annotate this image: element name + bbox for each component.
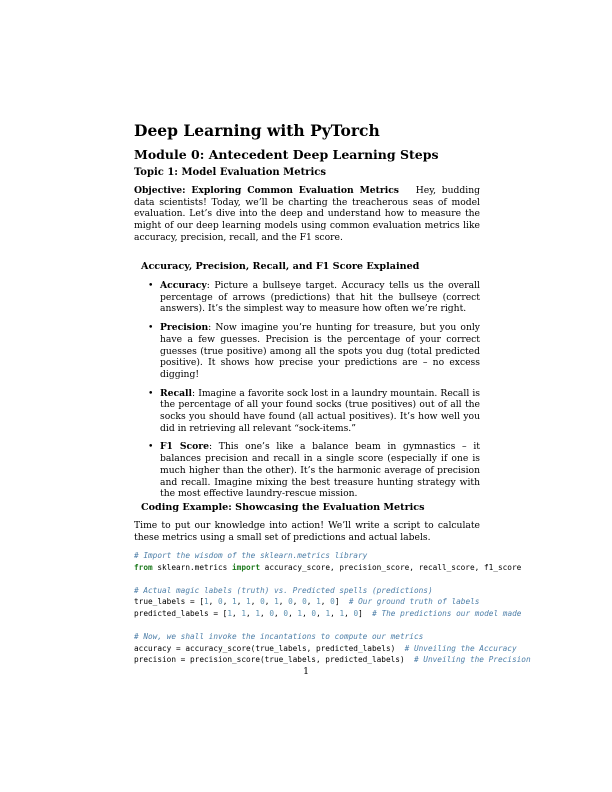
code-number: 0 [353,608,359,618]
code-number: 1 [297,608,303,618]
definition-f1: : This one’s like a balance beam in gymn… [160,441,480,500]
document-title: Deep Learning with PyTorch [134,121,380,140]
bullet-icon: • [148,280,154,291]
bullet-icon: • [148,387,154,399]
code-number: 1 [227,608,232,618]
code-number: 0 [288,597,293,607]
code-number: 0 [260,597,265,607]
code-number: 1 [339,608,345,618]
code-comment: # Unveiling the Precision [413,655,531,665]
code-comment: # The predictions our model made [372,608,522,618]
code-number: 1 [241,608,247,618]
code-comment: # Actual magic labels (truth) vs. Predic… [134,585,433,595]
term-accuracy: Accuracy [160,280,207,291]
code-text: accuracy_score, precision_score, recall_… [260,562,522,572]
metrics-list: • Accuracy: Picture a bullseye target. Ac… [148,280,480,507]
objective-paragraph: Objective: Exploring Common Evaluation M… [134,185,480,244]
term-precision: Precision [160,322,209,334]
section-heading-metrics: Accuracy, Precision, Recall, and F1 Scor… [141,261,420,272]
code-number: 1 [204,597,209,607]
paper-page: Deep Learning with PyTorch Module 0: Ant… [0,0,612,792]
code-number: 1 [274,597,279,607]
bullet-icon: • [148,441,154,453]
definition-precision: : Now imagine you’re hunting for treasur… [160,322,480,380]
code-text: true_labels = [ [134,597,204,607]
code-number: 1 [232,597,237,607]
code-number: 1 [316,597,321,607]
code-number: 0 [269,608,275,618]
definition-accuracy: : Picture a bullseye target. Accuracy te… [160,280,480,315]
code-number: 1 [325,608,331,618]
list-item-recall: • Recall: Imagine a favorite sock lost in… [148,388,480,435]
code-comment: # Now, we shall invoke the incantations … [134,632,424,642]
section-heading-coding: Coding Example: Showcasing the Evaluatio… [141,502,425,513]
term-recall: Recall [160,387,193,399]
code-text: sklearn.metrics [152,562,232,572]
code-text: precision = precision_score(true_labels,… [134,655,405,665]
list-item-f1: • F1 Score: This one’s like a balance bea… [148,441,480,500]
page-number: 1 [303,666,309,677]
code-text: accuracy = accuracy_score(true_labels, p… [134,643,396,653]
code-block: # Import the wisdom of the sklearn.metri… [134,551,531,665]
code-number: 1 [255,608,261,618]
list-item-precision: • Precision: Now imagine you’re hunting f… [148,322,480,381]
definition-recall: : Imagine a favorite sock lost in a laun… [160,387,480,434]
module-heading: Module 0: Antecedent Deep Learning Steps [134,147,439,162]
code-keyword: from [134,562,153,572]
code-keyword: import [232,562,260,572]
code-text: predicted_labels = [ [134,608,228,618]
objective-label: Objective: Exploring Common Evaluation M… [134,185,399,196]
code-number: 0 [330,597,335,607]
bullet-icon: • [148,322,154,334]
intro-paragraph: Time to put our knowledge into action! W… [134,520,480,543]
list-item-accuracy: • Accuracy: Picture a bullseye target. Ac… [148,280,480,315]
code-comment: # Our ground truth of labels [348,597,480,607]
code-number: 0 [283,608,289,618]
code-number: 0 [302,597,307,607]
topic-heading: Topic 1: Model Evaluation Metrics [134,167,326,178]
code-number: 0 [311,608,317,618]
code-number: 1 [246,597,251,607]
code-comment: # Unveiling the Accuracy [404,643,517,653]
code-number: 0 [218,597,223,607]
term-f1: F1 Score [160,441,209,453]
code-comment: # Import the wisdom of the sklearn.metri… [134,551,368,560]
